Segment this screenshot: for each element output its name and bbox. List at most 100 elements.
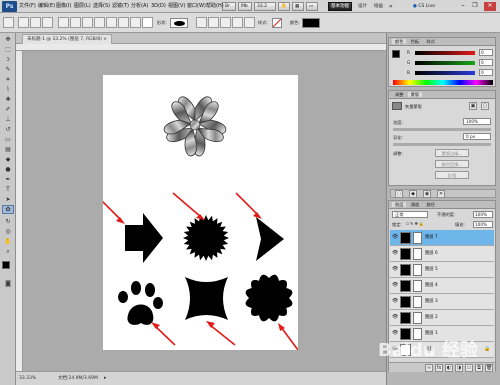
- eyedropper-tool-icon[interactable]: ⌇: [2, 85, 14, 94]
- brush-tool-icon[interactable]: ✐: [2, 105, 14, 114]
- menu-item-1[interactable]: 编辑(E): [38, 0, 55, 13]
- invert-button[interactable]: 反相: [435, 171, 469, 179]
- channel-slider-r[interactable]: [415, 51, 475, 55]
- intersect-mode-icon[interactable]: [232, 17, 243, 28]
- pixel-mask-icon[interactable]: ▣: [469, 102, 477, 110]
- workspace-design-button[interactable]: 设计: [358, 0, 367, 13]
- fill-field[interactable]: 100%: [473, 221, 493, 228]
- zoom-tool-icon[interactable]: ⌕: [2, 247, 14, 256]
- cs-live-button[interactable]: ● CS Live: [413, 0, 435, 13]
- new-group-icon[interactable]: ▭: [465, 364, 473, 372]
- visibility-eye-icon[interactable]: 👁: [392, 251, 398, 256]
- add-mask-icon[interactable]: ◐: [445, 364, 453, 372]
- menu-item-2[interactable]: 图像(I): [56, 0, 71, 13]
- freeform-pen-icon[interactable]: [70, 17, 81, 28]
- tab-masks[interactable]: 蒙版: [407, 92, 423, 97]
- link-layers-icon[interactable]: ∞: [425, 364, 433, 372]
- 3d-orbit-icon[interactable]: ◎: [2, 227, 14, 236]
- fill-pixels-icon[interactable]: [42, 17, 53, 28]
- vector-mask-thumbnail[interactable]: [413, 232, 422, 244]
- apply-mask-icon[interactable]: ◆: [409, 190, 417, 198]
- minimize-icon[interactable]: –: [458, 2, 468, 11]
- path-select-icon[interactable]: ➤: [2, 195, 14, 204]
- feather-field[interactable]: 0 px: [463, 133, 491, 140]
- screen-mode-icon[interactable]: ▭: [306, 2, 318, 11]
- menu-item-6[interactable]: 分析(A): [131, 0, 148, 13]
- document-tab[interactable]: 未标题-1 @ 33.2% (图层 7, RGB/8) ×: [22, 34, 113, 44]
- document-canvas[interactable]: [103, 75, 298, 350]
- new-layer-mode-icon[interactable]: [196, 17, 207, 28]
- custom-shape-tool-icon[interactable]: ✿: [2, 205, 14, 214]
- layer-row[interactable]: 👁 图层 6: [390, 246, 494, 262]
- marquee-tool-icon[interactable]: ⬚: [2, 45, 14, 54]
- hand-icon[interactable]: ✋: [278, 2, 290, 11]
- channel-value-b[interactable]: 0: [479, 69, 493, 76]
- tab-swatches[interactable]: 色板: [408, 39, 422, 44]
- bridge-button[interactable]: Br: [222, 2, 236, 11]
- foreground-color-swatch[interactable]: [2, 261, 10, 269]
- feather-slider[interactable]: [393, 143, 491, 146]
- gradient-tool-icon[interactable]: ▤: [2, 145, 14, 154]
- tab-color[interactable]: 颜色: [392, 39, 407, 44]
- type-tool-icon[interactable]: T: [2, 185, 14, 194]
- layer-row[interactable]: 👁 图层 2: [390, 310, 494, 326]
- 3d-rotate-icon[interactable]: ↻: [2, 217, 14, 226]
- layer-row[interactable]: 👁 图层 4: [390, 278, 494, 294]
- color-range-button[interactable]: 颜色范围...: [435, 160, 469, 168]
- quick-select-tool-icon[interactable]: ✎: [2, 65, 14, 74]
- eraser-tool-icon[interactable]: ▭: [2, 135, 14, 144]
- tab-styles[interactable]: 样式: [423, 39, 437, 44]
- minibridge-button[interactable]: Mb: [238, 2, 252, 11]
- paths-icon[interactable]: [30, 17, 41, 28]
- new-layer-icon[interactable]: ⧉: [475, 364, 483, 372]
- channel-value-g[interactable]: 0: [479, 59, 493, 66]
- opacity-field[interactable]: 100%: [473, 211, 493, 218]
- layer-row[interactable]: 👁 图层 3: [390, 294, 494, 310]
- custom-shape-tool-icon[interactable]: [142, 17, 153, 28]
- status-menu-arrow-icon[interactable]: ▸: [104, 372, 107, 385]
- channel-slider-g[interactable]: [415, 61, 475, 65]
- layer-fill-thumbnail[interactable]: [400, 312, 411, 324]
- visibility-eye-icon[interactable]: 👁: [392, 283, 398, 288]
- zoom-readout[interactable]: 33.33%: [19, 372, 36, 385]
- tab-paths[interactable]: 路径: [423, 202, 437, 207]
- tab-channels[interactable]: 通道: [408, 202, 422, 207]
- density-slider[interactable]: [393, 128, 491, 131]
- line-tool-icon[interactable]: [130, 17, 141, 28]
- mask-edge-button[interactable]: 蒙版边缘...: [435, 149, 469, 157]
- crop-tool-icon[interactable]: ⌗: [2, 75, 14, 84]
- shape-picker[interactable]: [170, 18, 188, 28]
- subtract-mode-icon[interactable]: [220, 17, 231, 28]
- layer-style-icon[interactable]: fx: [435, 364, 443, 372]
- menu-item-0[interactable]: 文件(F): [19, 0, 36, 13]
- layer-fill-thumbnail[interactable]: [400, 232, 411, 244]
- layer-fill-thumbnail[interactable]: [400, 280, 411, 292]
- workspace-essentials-button[interactable]: 基本功能: [328, 2, 352, 11]
- adjustment-layer-icon[interactable]: ◑: [455, 364, 463, 372]
- healing-brush-icon[interactable]: ✚: [2, 95, 14, 104]
- visibility-eye-icon[interactable]: 👁: [392, 235, 398, 240]
- visibility-eye-icon[interactable]: 👁: [392, 267, 398, 272]
- vector-mask-thumbnail[interactable]: [413, 264, 422, 276]
- menu-item-3[interactable]: 图层(L): [74, 0, 91, 13]
- lasso-tool-icon[interactable]: ↄ: [2, 55, 14, 64]
- layer-fill-thumbnail[interactable]: [400, 264, 411, 276]
- layer-row[interactable]: 👁 图层 7: [390, 230, 494, 246]
- polygon-tool-icon[interactable]: [118, 17, 129, 28]
- zoom-level-dropdown[interactable]: 33.2: [254, 2, 276, 11]
- disable-mask-icon[interactable]: ◉: [423, 190, 431, 198]
- layer-fill-thumbnail[interactable]: [400, 248, 411, 260]
- vector-mask-thumbnail[interactable]: [413, 312, 422, 324]
- quick-mask-icon[interactable]: ◙: [2, 279, 14, 288]
- channel-slider-b[interactable]: [415, 71, 475, 75]
- arrange-icon[interactable]: ▦: [292, 2, 304, 11]
- vector-mask-thumbnail[interactable]: [413, 280, 422, 292]
- panel-fg-swatch[interactable]: [392, 50, 400, 58]
- layer-fill-thumbnail[interactable]: [400, 296, 411, 308]
- dodge-tool-icon[interactable]: ●: [2, 165, 14, 174]
- lock-icons[interactable]: ▫✎✥🔒: [406, 221, 425, 227]
- rounded-rectangle-icon[interactable]: [94, 17, 105, 28]
- vector-mask-thumbnail[interactable]: [413, 296, 422, 308]
- style-picker[interactable]: [272, 18, 282, 28]
- load-selection-icon[interactable]: ◌: [395, 190, 403, 198]
